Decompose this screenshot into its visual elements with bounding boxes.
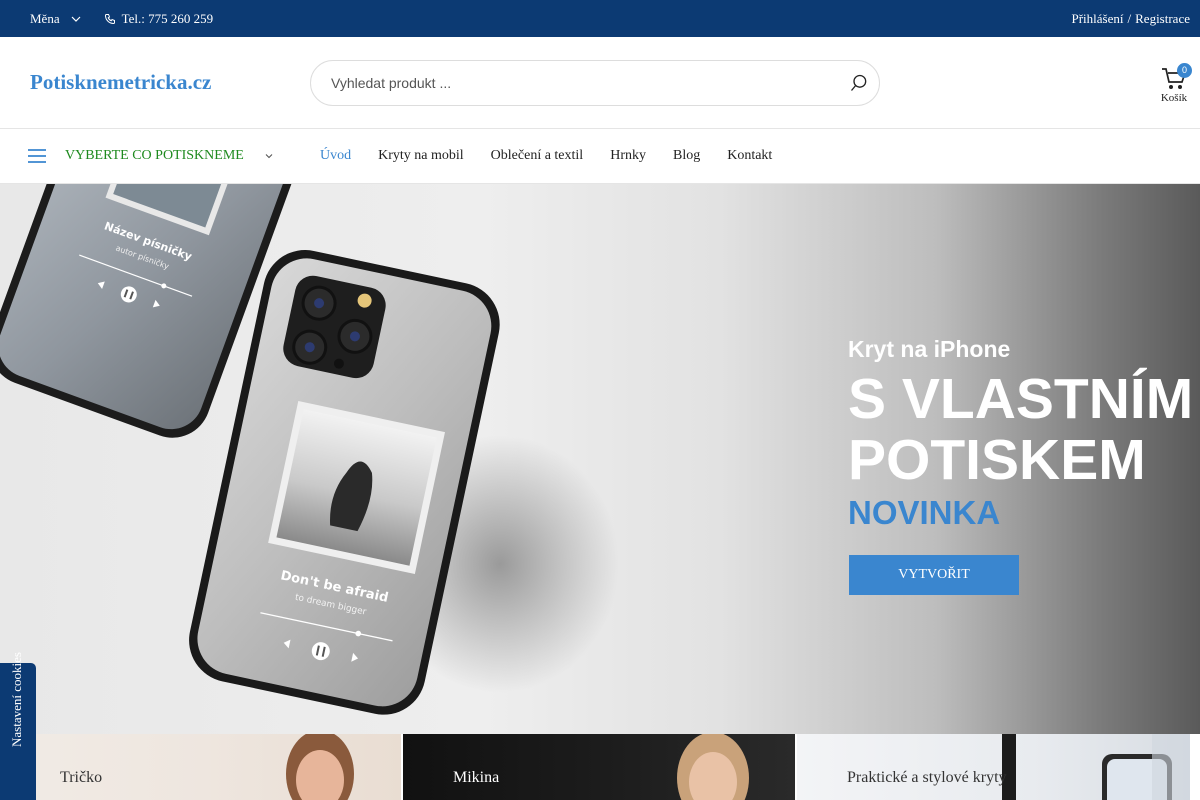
category-card-title: Tričko [60, 769, 103, 786]
cookie-settings-tab[interactable]: Nastavení cookies [0, 652, 36, 800]
site-logo[interactable]: Potisknemetricka.cz [30, 70, 211, 95]
category-card-kryty[interactable]: Praktické a stylové kryty [797, 734, 1190, 800]
auth-separator: / [1127, 10, 1132, 26]
hero-headline-line1: S VLASTNÍM [848, 367, 1194, 431]
site-header: Potisknemetricka.cz 0 Košík [0, 37, 1200, 129]
main-navigation: VYBERTE CO POTISKNEME Úvod Kryty na mobi… [0, 129, 1200, 184]
category-menu-label: VYBERTE CO POTISKNEME [65, 148, 244, 163]
hero-phone-cases-image: Název písničky autor písničky Don't be a [0, 184, 500, 715]
category-card-mikina[interactable]: Mikina [403, 734, 795, 800]
search-icon[interactable] [849, 73, 869, 93]
hero-new-tag: NOVINKA [848, 494, 1001, 531]
nav-menu: Úvod Kryty na mobil Oblečení a textil Hr… [320, 129, 799, 183]
hero-banner: Název písničky autor písničky Don't be a [0, 184, 1200, 734]
top-bar: Měna Tel.: 775 260 259 Přihlášení / Regi… [0, 0, 1200, 37]
phone-contact[interactable]: Tel.: 775 260 259 [104, 10, 214, 27]
cart-button[interactable]: 0 Košík [1152, 63, 1196, 107]
phone-case-product-image [1002, 734, 1190, 800]
cart-count-badge: 0 [1177, 63, 1192, 78]
tshirt-model-image [286, 734, 354, 800]
hoodie-model-image [677, 734, 749, 800]
hamburger-icon [28, 149, 46, 163]
category-card-tricko[interactable]: Tričko [10, 734, 401, 800]
category-card-title: Mikina [453, 769, 500, 786]
nav-item-uvod[interactable]: Úvod [320, 148, 351, 164]
cart-label: Košík [1160, 92, 1188, 104]
nav-item-hrnky[interactable]: Hrnky [610, 148, 646, 164]
nav-item-kryty-na-mobil[interactable]: Kryty na mobil [378, 148, 464, 164]
category-card-title: Praktické a stylové kryty [847, 769, 1007, 786]
chevron-down-icon [265, 154, 273, 159]
category-menu-toggle[interactable]: VYBERTE CO POTISKNEME [28, 129, 274, 183]
create-button[interactable]: VYTVOŘIT [849, 555, 1019, 595]
nav-item-kontakt[interactable]: Kontakt [727, 148, 772, 164]
search-input[interactable] [331, 75, 811, 91]
register-link[interactable]: Registrace [1135, 11, 1190, 27]
nav-item-blog[interactable]: Blog [673, 148, 700, 164]
hero-headline-line2: POTISKEM [848, 428, 1146, 492]
phone-label: Tel.: 775 260 259 [121, 10, 214, 26]
login-link[interactable]: Přihlášení [1072, 11, 1124, 27]
hero-headline: S VLASTNÍM POTISKEM [848, 369, 1193, 491]
chevron-down-icon [71, 16, 81, 22]
search-bar [310, 60, 880, 106]
cookie-settings-label: Nastavení cookies [9, 652, 24, 747]
currency-selector[interactable]: Měna [30, 11, 82, 27]
currency-label: Měna [30, 10, 60, 26]
hero-subtitle: Kryt na iPhone [848, 336, 1011, 362]
nav-item-obleceni-a-textil[interactable]: Oblečení a textil [491, 148, 584, 164]
phone-icon [104, 13, 115, 24]
